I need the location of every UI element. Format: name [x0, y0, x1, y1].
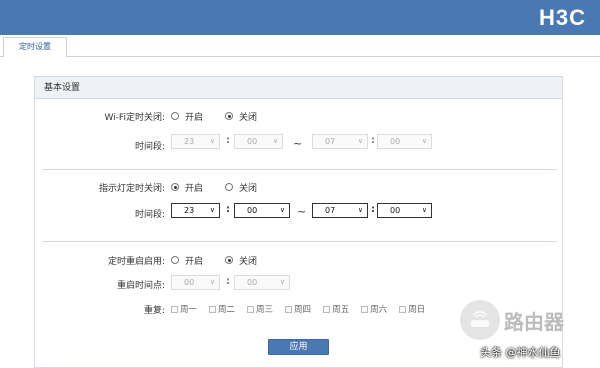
- wifi-time-range-label: 时间段:: [134, 142, 165, 152]
- watermark-text: 路由器: [504, 309, 564, 334]
- chevron-down-icon: ∨: [209, 137, 215, 145]
- reboot-off-radio[interactable]: 关闭: [225, 254, 257, 267]
- reboot-enable-label: 定时重启启用:: [107, 257, 165, 267]
- chevron-down-icon: ∨: [209, 278, 215, 286]
- reboot-radio-group: 开启 关闭: [171, 252, 279, 268]
- checkbox-icon: [399, 305, 407, 313]
- led-start-minute-select[interactable]: 00 ∨: [234, 203, 290, 218]
- led-end-hour-select[interactable]: 07 ∨: [312, 203, 368, 218]
- checkbox-icon: [323, 305, 331, 313]
- wifi-start-hour-select[interactable]: 23 ∨: [171, 134, 220, 149]
- led-off-radio[interactable]: 关闭: [225, 181, 257, 194]
- wifi-on-radio[interactable]: 开启: [171, 110, 203, 123]
- chevron-down-icon: ∨: [272, 137, 278, 145]
- range-separator: ~: [297, 205, 307, 218]
- chevron-down-icon: ∨: [357, 206, 363, 214]
- time-colon: :: [371, 204, 375, 215]
- reboot-minute-select[interactable]: 00 ∨: [234, 275, 290, 290]
- checkbox-icon: [209, 305, 217, 313]
- tab-timer-settings[interactable]: 定时设置: [3, 37, 67, 58]
- radio-selected-icon: [225, 112, 234, 120]
- wifi-end-minute-select[interactable]: 00 ∨: [377, 134, 432, 149]
- repeat-day-thu[interactable]: 周四: [285, 303, 311, 315]
- reboot-on-radio[interactable]: 开启: [171, 254, 203, 267]
- radio-selected-icon: [171, 183, 179, 191]
- chevron-down-icon: ∨: [421, 137, 427, 145]
- led-start-hour-select[interactable]: 23 ∨: [171, 203, 220, 218]
- range-separator: ~: [293, 137, 303, 150]
- radio-selected-icon: [225, 256, 234, 264]
- repeat-day-wed[interactable]: 周三: [247, 303, 273, 315]
- repeat-day-sun[interactable]: 周日: [399, 303, 425, 315]
- reboot-hour-select[interactable]: 00 ∨: [171, 275, 220, 290]
- led-on-radio[interactable]: 开启: [171, 181, 203, 194]
- wifi-start-minute-select[interactable]: 00 ∨: [234, 134, 283, 149]
- time-colon: :: [371, 135, 375, 146]
- checkbox-icon: [171, 305, 178, 313]
- repeat-label: 重复:: [143, 306, 165, 316]
- checkbox-icon: [247, 305, 255, 313]
- reboot-time-label: 重启时间点:: [116, 281, 165, 291]
- chevron-down-icon: ∨: [279, 278, 285, 286]
- watermark-credit: 头条 @神水仙鱼: [480, 346, 561, 359]
- section-divider: [42, 169, 557, 170]
- wifi-end-hour-select[interactable]: 07 ∨: [312, 134, 368, 149]
- checkbox-icon: [361, 305, 369, 313]
- led-time-range-label: 时间段:: [134, 210, 165, 220]
- chevron-down-icon: ∨: [357, 137, 363, 145]
- wifi-off-radio[interactable]: 关闭: [225, 110, 257, 123]
- led-timer-radio-group: 开启 关闭: [171, 179, 279, 195]
- time-colon: :: [226, 135, 230, 146]
- tab-bar: 定时设置: [0, 35, 600, 58]
- repeat-day-mon[interactable]: 周一: [171, 303, 197, 315]
- header-bar: H3C: [0, 0, 600, 35]
- checkbox-icon: [285, 305, 293, 313]
- time-colon: :: [226, 276, 230, 287]
- watermark: 路由器: [460, 300, 564, 340]
- brand-logo: H3C: [538, 5, 586, 30]
- wifi-timer-label: Wi-Fi定时关闭:: [104, 113, 165, 123]
- radio-circle-icon: [225, 183, 234, 191]
- led-timer-label: 指示灯定时关闭:: [98, 184, 165, 194]
- section-divider: [42, 241, 557, 242]
- radio-circle-icon: [171, 256, 179, 264]
- router-watermark-icon: [460, 300, 500, 340]
- apply-button[interactable]: 应用: [268, 339, 329, 355]
- repeat-day-tue[interactable]: 周二: [209, 303, 235, 315]
- led-end-minute-select[interactable]: 00 ∨: [377, 203, 432, 218]
- repeat-day-fri[interactable]: 周五: [323, 303, 349, 315]
- repeat-day-sat[interactable]: 周六: [361, 303, 387, 315]
- panel-title: 基本设置: [35, 77, 562, 99]
- time-colon: :: [226, 204, 230, 215]
- chevron-down-icon: ∨: [279, 206, 285, 214]
- radio-circle-icon: [171, 112, 179, 120]
- wifi-timer-radio-group: 开启 关闭: [171, 108, 279, 124]
- repeat-days-group: 周一 周二 周三 周四 周五 周六 周日: [171, 301, 437, 317]
- chevron-down-icon: ∨: [209, 206, 215, 214]
- chevron-down-icon: ∨: [421, 206, 427, 214]
